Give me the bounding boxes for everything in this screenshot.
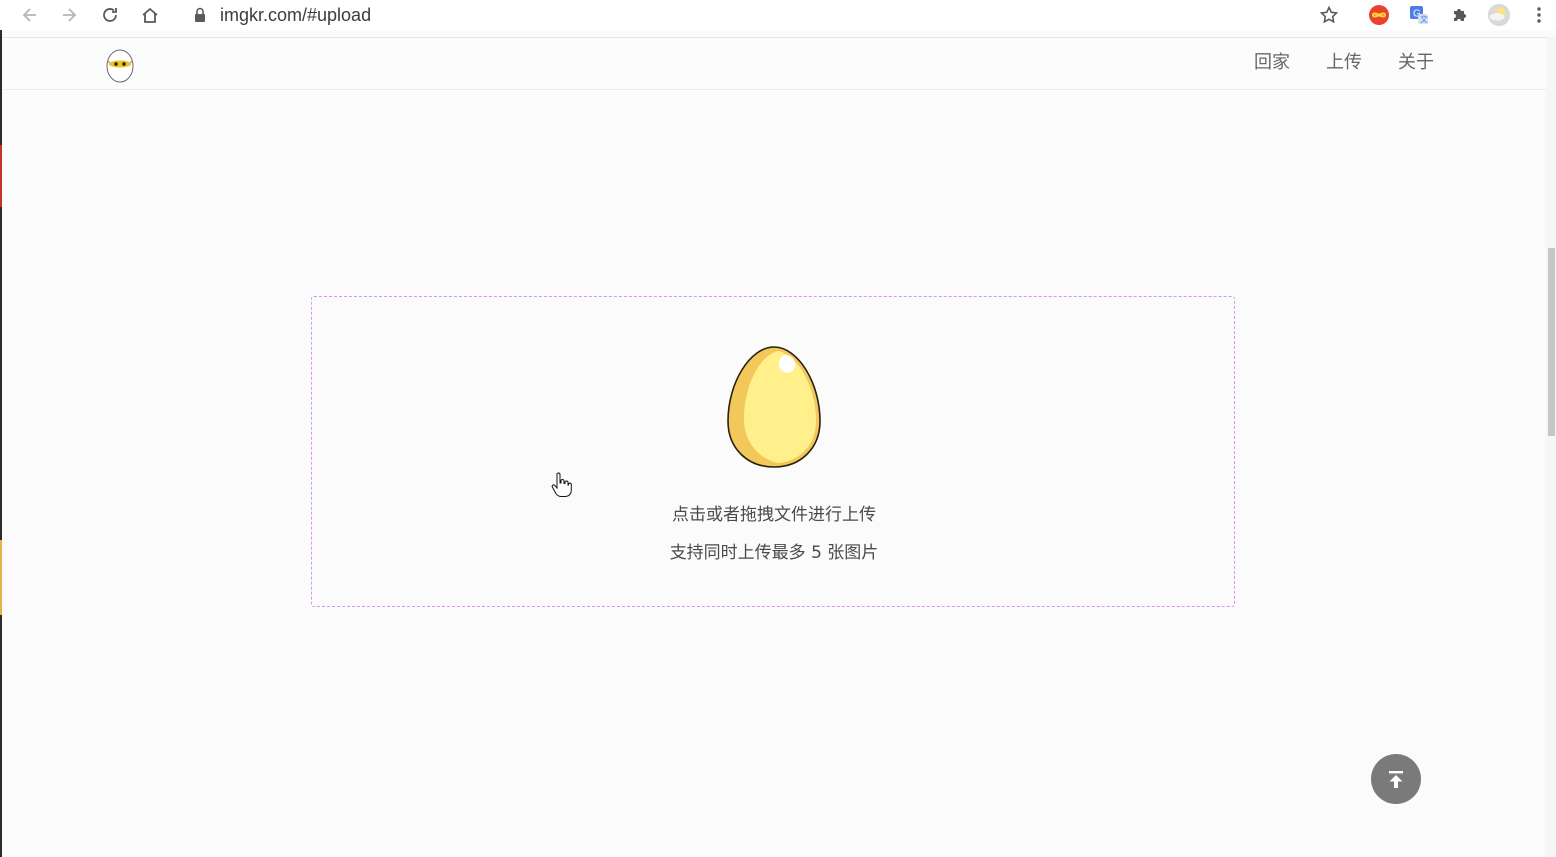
menu-dots-icon[interactable]: [1527, 3, 1551, 27]
address-bar-url[interactable]: imgkr.com/#upload: [220, 4, 371, 26]
window-left-edge: [0, 30, 2, 857]
svg-text:文: 文: [1420, 14, 1428, 24]
infinity-extension-icon[interactable]: [1367, 3, 1391, 27]
hand-pointer-cursor-icon: [550, 472, 572, 498]
nav-link-home[interactable]: 回家: [1254, 52, 1290, 74]
scrollbar-track[interactable]: [1546, 37, 1556, 857]
nav-link-upload[interactable]: 上传: [1326, 52, 1362, 74]
upload-dropzone[interactable]: 点击或者拖拽文件进行上传 支持同时上传最多 5 张图片: [311, 296, 1235, 607]
golden-egg-icon: [726, 345, 822, 469]
arrow-up-to-top-icon: [1389, 771, 1403, 788]
back-to-top-button[interactable]: [1371, 754, 1421, 804]
reload-icon[interactable]: [98, 3, 122, 27]
forward-arrow-icon[interactable]: [57, 3, 81, 27]
translate-extension-icon[interactable]: G文: [1407, 3, 1431, 27]
home-icon[interactable]: [138, 3, 162, 27]
scrollbar-thumb[interactable]: [1548, 248, 1555, 436]
browser-toolbar: imgkr.com/#upload G文: [0, 0, 1556, 30]
lock-icon: [193, 6, 207, 24]
upload-instruction-text: 点击或者拖拽文件进行上传: [672, 505, 876, 525]
back-arrow-icon[interactable]: [18, 3, 42, 27]
extensions-puzzle-icon[interactable]: [1448, 3, 1472, 27]
egg-logo-icon[interactable]: [104, 44, 136, 84]
nav-link-about[interactable]: 关于: [1398, 52, 1434, 74]
site-header: 回家 上传 关于: [2, 37, 1546, 90]
profile-avatar-icon[interactable]: [1487, 3, 1511, 27]
upload-limit-text: 支持同时上传最多 5 张图片: [669, 543, 879, 563]
bookmark-star-icon[interactable]: [1317, 3, 1341, 27]
